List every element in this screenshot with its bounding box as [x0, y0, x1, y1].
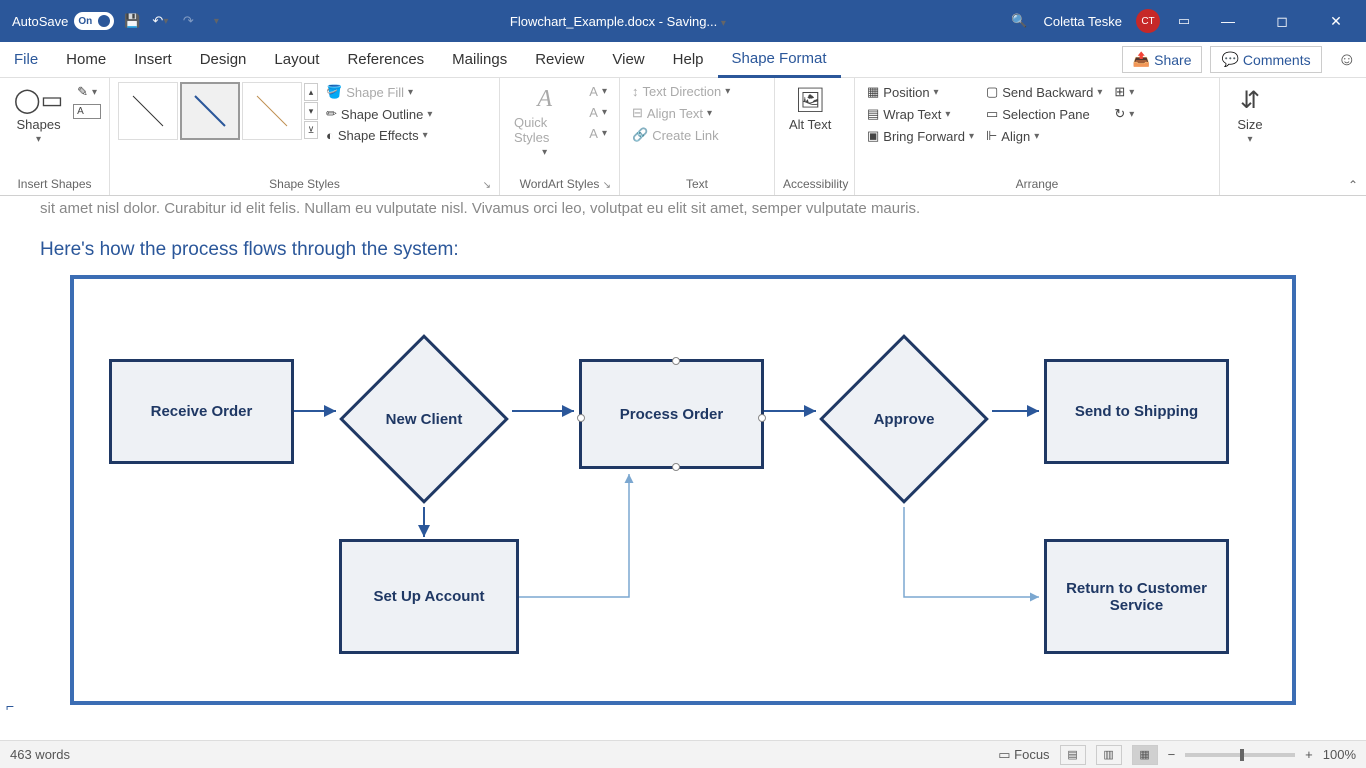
autosave-toggle[interactable]: AutoSave On: [12, 12, 114, 30]
text-box-button[interactable]: A: [73, 104, 101, 119]
group-insert-shapes: Insert Shapes: [8, 175, 101, 193]
tab-view[interactable]: View: [598, 42, 658, 78]
tab-file[interactable]: File: [0, 42, 52, 78]
word-count[interactable]: 463 words: [10, 747, 70, 762]
tab-layout[interactable]: Layout: [260, 42, 333, 78]
dialog-launcher-icon[interactable]: ↘: [483, 180, 491, 191]
size-icon: ⇵: [1240, 86, 1260, 115]
document-area[interactable]: sit amet nisl dolor. Curabitur id elit f…: [0, 196, 1366, 740]
maximize-button[interactable]: ◻: [1262, 0, 1302, 42]
quick-styles-button[interactable]: A Quick Styles▾: [508, 82, 581, 162]
shape-fill-button[interactable]: 🪣Shape Fill▾: [322, 82, 436, 102]
group-button[interactable]: ⊞▾: [1110, 82, 1138, 102]
focus-mode-button[interactable]: ▭ Focus: [998, 747, 1049, 763]
tab-help[interactable]: Help: [659, 42, 718, 78]
qat-customize-icon[interactable]: ▾: [206, 11, 226, 31]
group-wordart-styles: WordArt Styles↘: [508, 175, 611, 193]
shape-setup-account[interactable]: Set Up Account: [339, 539, 519, 654]
align-text-button[interactable]: ⊟ Align Text▾: [628, 103, 734, 123]
read-mode-button[interactable]: ▤: [1060, 745, 1086, 765]
tab-mailings[interactable]: Mailings: [438, 42, 521, 78]
ribbon-content: ◯▭ Shapes▾ ✎▾ A Insert Shapes ▴▾⊻ 🪣Shape…: [0, 78, 1366, 196]
user-avatar[interactable]: CT: [1136, 9, 1160, 33]
shape-outline-button[interactable]: ✏Shape Outline▾: [322, 104, 436, 124]
effects-icon: ◐: [326, 128, 334, 143]
shape-receive-order[interactable]: Receive Order: [109, 359, 294, 464]
wordart-icon: A: [537, 86, 552, 113]
send-backward-button[interactable]: ▢ Send Backward ▾: [982, 82, 1106, 102]
bring-forward-button[interactable]: ▣ Bring Forward ▾: [863, 126, 978, 146]
group-arrange: Arrange: [863, 175, 1211, 193]
alt-text-button[interactable]: 🖼 Alt Text: [783, 82, 837, 136]
shape-style-gallery[interactable]: ▴▾⊻: [118, 82, 318, 140]
zoom-slider[interactable]: [1185, 753, 1295, 757]
selection-pane-button[interactable]: ▭ Selection Pane: [982, 104, 1106, 124]
size-button[interactable]: ⇵ Size▾: [1228, 82, 1272, 149]
create-link-button[interactable]: 🔗 Create Link: [628, 125, 734, 145]
cursor-indicator-icon: ⌐: [6, 698, 14, 714]
gallery-up-icon[interactable]: ▴: [304, 83, 318, 101]
shape-new-client[interactable]: New Client: [364, 359, 484, 479]
minimize-button[interactable]: —: [1208, 0, 1248, 42]
zoom-out-button[interactable]: −: [1168, 747, 1176, 762]
dialog-launcher-icon[interactable]: ↘: [603, 180, 611, 191]
search-icon[interactable]: 🔍: [1009, 11, 1029, 31]
shape-approve[interactable]: Approve: [844, 359, 964, 479]
autosave-label: AutoSave: [12, 14, 68, 29]
edit-shape-button[interactable]: ✎▾: [73, 82, 101, 102]
collapse-ribbon-icon[interactable]: ⌃: [1348, 178, 1358, 192]
tab-design[interactable]: Design: [186, 42, 261, 78]
print-layout-button[interactable]: ▥: [1096, 745, 1122, 765]
gallery-down-icon[interactable]: ▾: [304, 102, 318, 120]
text-effects-button[interactable]: A▾: [585, 124, 611, 143]
save-icon[interactable]: 💾: [122, 11, 142, 31]
zoom-level[interactable]: 100%: [1323, 747, 1356, 762]
document-title: Flowchart_Example.docx - Saving...: [510, 14, 717, 29]
web-layout-button[interactable]: ▦: [1132, 745, 1158, 765]
shapes-button[interactable]: ◯▭ Shapes▾: [8, 82, 69, 149]
shape-return-cs[interactable]: Return to Customer Service: [1044, 539, 1229, 654]
status-bar: 463 words ▭ Focus ▤ ▥ ▦ − + 100%: [0, 740, 1366, 768]
outline-icon: ✏: [326, 106, 337, 122]
align-button[interactable]: ⊩ Align▾: [982, 126, 1106, 146]
tab-references[interactable]: References: [333, 42, 438, 78]
title-dropdown-icon[interactable]: ▾: [721, 18, 726, 29]
shapes-icon: ◯▭: [14, 86, 64, 115]
group-text: Text: [628, 175, 766, 193]
undo-icon[interactable]: ↶▾: [150, 11, 170, 31]
text-outline-button[interactable]: A▾: [585, 103, 611, 122]
rotate-button[interactable]: ↻▾: [1110, 104, 1138, 124]
close-button[interactable]: ✕: [1316, 0, 1356, 42]
feedback-icon[interactable]: ☺: [1338, 49, 1356, 70]
redo-icon[interactable]: ↷: [178, 11, 198, 31]
title-bar: AutoSave On 💾 ↶▾ ↷ ▾ Flowchart_Example.d…: [0, 0, 1366, 42]
group-shape-styles: Shape Styles↘: [118, 175, 491, 193]
tab-shape-format[interactable]: Shape Format: [718, 42, 841, 78]
text-fill-button[interactable]: A▾: [585, 82, 611, 101]
zoom-in-button[interactable]: +: [1305, 747, 1313, 762]
drawing-canvas[interactable]: Receive Order New Client Process Order A…: [70, 275, 1296, 705]
tab-review[interactable]: Review: [521, 42, 598, 78]
group-accessibility: Accessibility: [783, 175, 846, 193]
position-button[interactable]: ▦ Position▾: [863, 82, 978, 102]
comments-button[interactable]: 💬 Comments: [1210, 46, 1321, 73]
wrap-text-button[interactable]: ▤ Wrap Text▾: [863, 104, 978, 124]
tab-home[interactable]: Home: [52, 42, 120, 78]
tab-insert[interactable]: Insert: [120, 42, 186, 78]
shape-send-shipping[interactable]: Send to Shipping: [1044, 359, 1229, 464]
ribbon-tabs: File Home Insert Design Layout Reference…: [0, 42, 1366, 78]
user-name[interactable]: Coletta Teske: [1043, 14, 1122, 29]
alt-text-icon: 🖼: [795, 86, 825, 115]
shape-effects-button[interactable]: ◐Shape Effects▾: [322, 126, 436, 145]
shape-process-order[interactable]: Process Order: [579, 359, 764, 469]
share-button[interactable]: 📤 Share: [1122, 46, 1203, 73]
gallery-more-icon[interactable]: ⊻: [304, 121, 318, 139]
body-text: sit amet nisl dolor. Curabitur id elit f…: [0, 196, 1366, 221]
heading-text: Here's how the process flows through the…: [0, 221, 1366, 269]
ribbon-display-icon[interactable]: ▭: [1174, 11, 1194, 31]
fill-icon: 🪣: [326, 84, 342, 100]
text-direction-button[interactable]: ↕ Text Direction▾: [628, 82, 734, 101]
